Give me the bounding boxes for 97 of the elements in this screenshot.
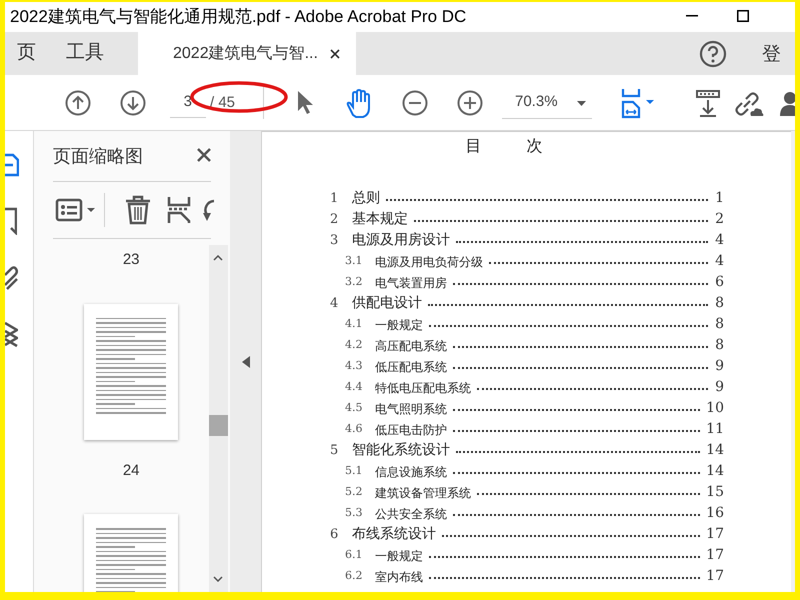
toc-page-number: 8	[714, 294, 724, 313]
toc-number: 5.3	[345, 505, 364, 522]
toc-page-number: 17	[706, 525, 724, 544]
toc-page-number: 6	[714, 273, 724, 292]
toc-page-number: 8	[714, 336, 724, 355]
toc-number: 1	[330, 190, 340, 208]
toc-number: 4.1	[345, 316, 364, 332]
insert-page-icon[interactable]	[167, 195, 191, 225]
toc-entry[interactable]: 室内布线	[375, 568, 423, 586]
toc-entry[interactable]: 布线系统设计	[352, 524, 436, 545]
page-number: 23	[122, 250, 140, 270]
trash-icon[interactable]	[124, 195, 152, 225]
tab[interactable]: 2022建筑电气与智...	[138, 32, 356, 75]
person-icon[interactable]	[780, 90, 795, 116]
toc-number: 4.6	[345, 421, 364, 438]
toc-number: 4.4	[345, 379, 364, 396]
toc-page-number: 14	[706, 462, 724, 481]
page-number: 24	[122, 460, 140, 480]
dropdown-caret-icon[interactable]	[577, 101, 586, 106]
sign-in-link[interactable]: 登	[762, 41, 781, 70]
toc-entry[interactable]: 一般规定	[375, 316, 423, 334]
scroll-mode-icon[interactable]	[695, 89, 721, 117]
maximize-icon[interactable]	[737, 10, 749, 22]
page-number-field[interactable]: 3	[170, 88, 206, 118]
toc-entry[interactable]: 公共安全系统	[375, 504, 447, 522]
toc-entry[interactable]: 高压配电系统	[375, 336, 447, 354]
tab[interactable]: 工具	[66, 32, 104, 75]
toc-number: 3.2	[345, 274, 364, 290]
toc-number: 2	[330, 210, 340, 229]
toc-number: 5	[330, 442, 340, 460]
toc-number: 5.2	[345, 484, 364, 500]
toc-entry[interactable]: 电气照明系统	[375, 400, 447, 418]
pointer-icon[interactable]	[295, 89, 315, 115]
toc-page-number: 17	[706, 546, 724, 565]
toc-heading: 目 次	[464, 135, 544, 157]
toc-entry[interactable]: 基本规定	[352, 209, 408, 230]
toc-entry[interactable]: 电源及用房设计	[352, 230, 450, 251]
toc-number: 4.3	[345, 358, 364, 374]
tab[interactable]: 页	[17, 32, 36, 75]
toc-page-number: 9	[714, 378, 724, 397]
toc-entry[interactable]: 电源及用电负荷分级	[375, 252, 483, 270]
toc-entry[interactable]: 电气装置用房	[375, 274, 447, 292]
toc-entry[interactable]: 低压电击防护	[375, 420, 447, 438]
toc-number: 6.2	[345, 568, 364, 584]
toc-page-number: 4	[714, 252, 724, 271]
toc-page-number: 15	[706, 483, 724, 502]
toc-number: 5.1	[345, 463, 364, 480]
toc-page-number: 10	[706, 399, 724, 418]
toc-number: 6	[330, 526, 340, 544]
toc-entry[interactable]: 智能化系统设计	[352, 440, 450, 461]
toc-number: 3.1	[345, 253, 364, 270]
toc-number: 3	[330, 232, 340, 250]
toc-page-number: 8	[714, 315, 724, 334]
toc-page-number: 1	[714, 189, 724, 208]
help-icon[interactable]	[699, 40, 727, 68]
close-tab-icon[interactable]	[330, 48, 340, 58]
minimize-icon[interactable]	[686, 15, 698, 17]
scroll-up-icon[interactable]	[213, 255, 224, 261]
fit-page-icon[interactable]	[620, 87, 654, 119]
options-menu-icon[interactable]	[55, 197, 97, 223]
toc-entry[interactable]: 总则	[352, 188, 380, 209]
toc-page-number: 17	[706, 567, 724, 586]
page-thumbnail[interactable]	[84, 304, 178, 440]
bookmark-icon[interactable]	[5, 207, 17, 235]
toc-entry[interactable]: 特低电压配电系统	[375, 378, 471, 396]
toc-entry[interactable]: 建筑设备管理系统	[375, 484, 471, 502]
collapse-panel-icon[interactable]	[242, 356, 250, 368]
share-link-icon[interactable]	[733, 90, 764, 118]
toc-page-number: 14	[706, 441, 724, 460]
scrollbar[interactable]	[209, 245, 228, 592]
hand-tool-icon[interactable]	[345, 89, 373, 119]
toc-number: 4.5	[345, 400, 364, 416]
close-icon[interactable]	[196, 147, 212, 163]
layers-icon[interactable]	[5, 321, 18, 348]
previous-page-icon[interactable]	[65, 90, 91, 116]
panel-title: 页面缩略图	[53, 144, 143, 168]
next-page-icon[interactable]	[120, 90, 146, 116]
toc-entry[interactable]: 一般规定	[375, 546, 423, 564]
toc-number: 6.1	[345, 547, 364, 564]
rotate-icon[interactable]	[203, 197, 214, 223]
toc-number: 4	[330, 294, 340, 313]
scrollbar-thumb[interactable]	[209, 415, 228, 436]
toc-page-number: 9	[714, 357, 724, 376]
zoom-out-icon[interactable]	[402, 90, 428, 116]
pages-panel-icon[interactable]	[5, 153, 19, 177]
toc-page-number: 16	[706, 504, 724, 523]
toc-entry[interactable]: 低压配电系统	[375, 358, 447, 376]
toc-entry[interactable]: 信息设施系统	[375, 462, 447, 480]
toc-page-number: 11	[706, 420, 724, 439]
toc-number: 4.2	[345, 337, 364, 354]
toc-page-number: 2	[714, 210, 724, 229]
zoom-in-icon[interactable]	[457, 90, 483, 116]
toc-page-number: 4	[714, 231, 724, 250]
paperclip-icon[interactable]	[5, 265, 18, 291]
toc-entry[interactable]: 供配电设计	[352, 293, 422, 314]
scroll-down-icon[interactable]	[213, 576, 224, 582]
window-title: 2022建筑电气与智能化通用规范.pdf - Adobe Acrobat Pro DC	[10, 6, 466, 28]
